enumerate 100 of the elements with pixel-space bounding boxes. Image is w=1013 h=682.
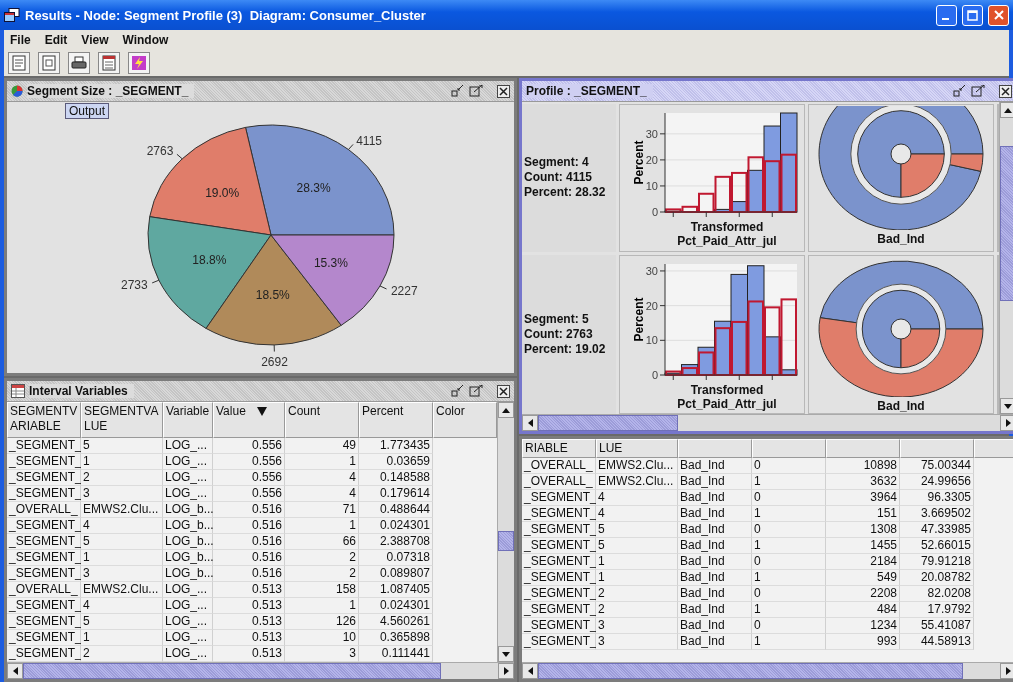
table-cell: LOG_b... — [163, 518, 213, 534]
table-cell: Bad_Ind — [678, 458, 752, 474]
table-cell: 24.99656 — [900, 474, 974, 490]
table-cell: 0.556 — [213, 470, 285, 486]
table-cell: 10 — [285, 630, 359, 646]
table-cell: 549 — [826, 570, 900, 586]
table-cell: 0.513 — [213, 582, 285, 598]
table-cell: 4.560261 — [359, 614, 433, 630]
table-cell: Bad_Ind — [678, 474, 752, 490]
table-cell: Bad_Ind — [678, 570, 752, 586]
table-cell: 2 — [285, 566, 359, 582]
table-cell: 1 — [752, 634, 826, 650]
slice-value-label: 2763 — [146, 143, 173, 158]
table-cell: 1 — [285, 454, 359, 470]
table-cell: 484 — [826, 602, 900, 618]
table-cell: 1 — [752, 570, 826, 586]
table-cell: 0.089807 — [359, 566, 433, 582]
segment-label: Segment: 5 — [524, 311, 590, 327]
table-cell: 5 — [81, 614, 163, 630]
table-cell: 0.516 — [213, 518, 285, 534]
table-cell: 3.669502 — [900, 506, 974, 522]
table-cell: EMWS2.Clu... — [81, 502, 163, 518]
table-cell: 5 — [81, 534, 163, 550]
axis-title: Percent — [632, 140, 646, 185]
percent-label: 15.3% — [313, 255, 348, 270]
table-cell: LOG_b... — [163, 566, 213, 582]
panel-title: Segment Size : _SEGMENT_ — [27, 84, 195, 98]
table-cell: 2 — [596, 586, 678, 602]
table-cell: _SEGMENT_ — [522, 522, 596, 538]
table-cell: Bad_Ind — [678, 554, 752, 570]
table-cell: 44.58913 — [900, 634, 974, 650]
table-cell: 96.3305 — [900, 490, 974, 506]
table-cell: _SEGMENT_ — [7, 454, 81, 470]
axis-tick-label: 30 — [645, 264, 658, 277]
table-cell: _SEGMENT_ — [7, 566, 81, 582]
table-cell: 0.556 — [213, 438, 285, 454]
axis-title: Transformed Pct_Paid_Attr_jul — [676, 220, 778, 248]
table-cell: 0.513 — [213, 614, 285, 630]
axis-title: Percent — [632, 297, 646, 342]
table-cell: 0 — [752, 554, 826, 570]
table-cell: 0.111441 — [359, 646, 433, 662]
table-cell: 1 — [752, 474, 826, 490]
panel-title: Profile : _SEGMENT_ — [526, 84, 653, 98]
table-cell: LOG_... — [163, 614, 213, 630]
table-cell: 20.08782 — [900, 570, 974, 586]
table-cell: 0.513 — [213, 598, 285, 614]
slice-value-label: 2733 — [120, 277, 148, 292]
table-cell: 0 — [752, 522, 826, 538]
table-cell: 3 — [596, 634, 678, 650]
table-cell: _SEGMENT_ — [7, 614, 81, 630]
table-cell: _SEGMENT_ — [522, 554, 596, 570]
table-cell: LOG_... — [163, 486, 213, 502]
chart-title: Bad_Ind — [877, 398, 925, 413]
table-cell: LOG_... — [163, 582, 213, 598]
table-cell: 0.024301 — [359, 598, 433, 614]
table-cell: 0.516 — [213, 534, 285, 550]
table-cell: 2 — [285, 550, 359, 566]
table-cell: 0.516 — [213, 550, 285, 566]
table-cell: _SEGMENT_ — [522, 586, 596, 602]
table-cell: 47.33985 — [900, 522, 974, 538]
table-cell: 2.388708 — [359, 534, 433, 550]
axis-tick-label: 10 — [645, 333, 658, 346]
table-cell: _SEGMENT_ — [522, 490, 596, 506]
table-cell: Bad_Ind — [678, 522, 752, 538]
table-cell: 0.488644 — [359, 502, 433, 518]
table-cell: 1.087405 — [359, 582, 433, 598]
axis-tick-label: 30 — [645, 127, 658, 140]
table-cell: 0.556 — [213, 486, 285, 502]
table-cell: Bad_Ind — [678, 618, 752, 634]
table-cell: Bad_Ind — [678, 602, 752, 618]
table-cell: 0 — [752, 618, 826, 634]
table-cell: 126 — [285, 614, 359, 630]
percent-label: 19.0% — [204, 185, 239, 200]
table-cell: 3632 — [826, 474, 900, 490]
table-cell: 66 — [285, 534, 359, 550]
table-cell: _SEGMENT_ — [522, 634, 596, 650]
table-cell: 158 — [285, 582, 359, 598]
table-cell: _SEGMENT_ — [522, 538, 596, 554]
table-cell: EMWS2.Clu... — [81, 582, 163, 598]
axis-tick-label: 20 — [645, 153, 658, 166]
table-cell: 0.513 — [213, 646, 285, 662]
percent-label: Percent: 28.32 — [524, 185, 607, 201]
table-cell: LOG_... — [163, 598, 213, 614]
table-cell: Bad_Ind — [678, 490, 752, 506]
table-cell: 4 — [285, 486, 359, 502]
table-cell: 0.516 — [213, 502, 285, 518]
table-cell: 1 — [752, 506, 826, 522]
table-cell: LOG_b... — [163, 534, 213, 550]
table-cell: _SEGMENT_ — [7, 534, 81, 550]
percent-label: 18.5% — [255, 288, 290, 302]
table-cell: _SEGMENT_ — [7, 630, 81, 646]
percent-label: Percent: 19.02 — [524, 341, 607, 357]
table-cell: 71 — [285, 502, 359, 518]
table-cell: 1 — [285, 518, 359, 534]
table-cell: 75.00344 — [900, 458, 974, 474]
table-cell: 17.9792 — [900, 602, 974, 618]
chart-title: Bad_Ind — [877, 232, 925, 246]
table-cell: LOG_b... — [163, 502, 213, 518]
slice-value-label: 2227 — [390, 283, 418, 298]
table-cell: 0.179614 — [359, 486, 433, 502]
